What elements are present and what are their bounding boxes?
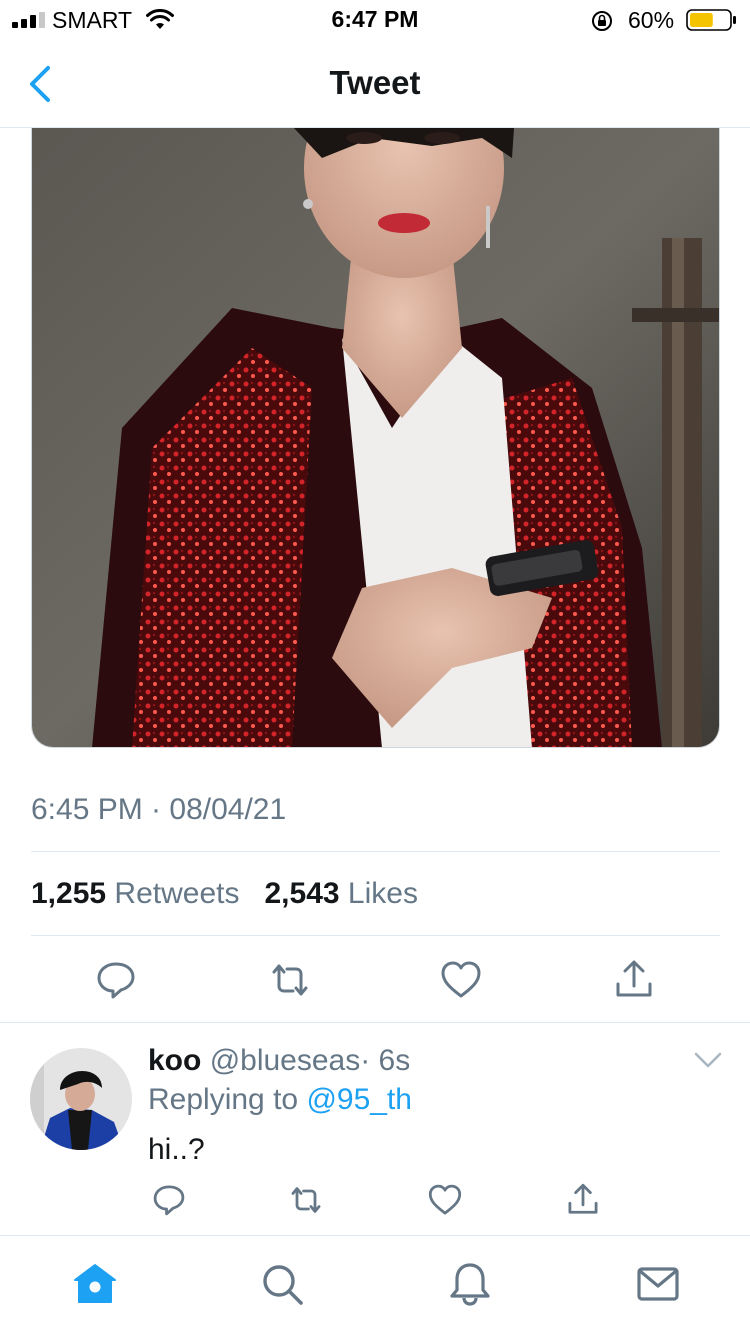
- replying-to: Replying to @95_th: [148, 1083, 412, 1117]
- messages-icon[interactable]: [634, 1260, 682, 1308]
- search-icon[interactable]: [258, 1260, 306, 1308]
- likes-label: Likes: [347, 877, 418, 910]
- retweets-label: Retweets: [114, 877, 240, 910]
- retweet-icon[interactable]: [268, 958, 312, 1002]
- battery-percentage: 60%: [628, 7, 675, 33]
- reply-time: · 6s: [360, 1044, 411, 1077]
- tweet-actions: [0, 950, 750, 1010]
- status-bar: SMART 6:47 PM 60%: [0, 0, 750, 40]
- replying-to-mention[interactable]: @95_th: [306, 1083, 412, 1116]
- reply-text: hi..?: [148, 1133, 205, 1166]
- chevron-down-icon[interactable]: [692, 1048, 724, 1072]
- reply-icon[interactable]: [151, 1182, 187, 1218]
- reply-icon[interactable]: [94, 958, 138, 1002]
- battery-icon: [686, 9, 736, 31]
- reply-header: koo @blueseas· 6s: [148, 1044, 410, 1078]
- reply-avatar[interactable]: [30, 1048, 132, 1150]
- likes-stat[interactable]: 2,543 Likes: [265, 877, 418, 910]
- divider: [31, 851, 720, 852]
- replying-to-prefix: Replying to: [148, 1083, 299, 1116]
- avatar-image: [30, 1048, 132, 1150]
- likes-count: 2,543: [264, 877, 340, 910]
- engagement-stats: 1,255 Retweets 2,543 Likes: [31, 877, 418, 911]
- home-icon[interactable]: [71, 1260, 119, 1308]
- like-icon[interactable]: [439, 958, 483, 1002]
- share-icon[interactable]: [565, 1182, 601, 1218]
- share-icon[interactable]: [612, 958, 656, 1002]
- like-icon[interactable]: [427, 1182, 463, 1218]
- reply-author-name[interactable]: koo: [148, 1044, 201, 1077]
- photo-illustration: [32, 128, 719, 747]
- retweets-stat[interactable]: 1,255 Retweets: [31, 877, 248, 910]
- orientation-lock-icon: [592, 11, 612, 31]
- divider: [31, 935, 720, 936]
- notifications-icon[interactable]: [446, 1260, 494, 1308]
- nav-header: Tweet: [0, 40, 750, 128]
- tweet-media-image[interactable]: [31, 128, 720, 748]
- page-title: Tweet: [329, 64, 421, 101]
- section-divider: [0, 1022, 750, 1023]
- tweet-timestamp: 6:45 PM · 08/04/21: [31, 793, 287, 826]
- retweets-count: 1,255: [31, 877, 107, 910]
- retweet-icon[interactable]: [288, 1182, 324, 1218]
- reply-author-handle[interactable]: @blueseas: [210, 1044, 361, 1077]
- bottom-tab-bar: [0, 1235, 750, 1334]
